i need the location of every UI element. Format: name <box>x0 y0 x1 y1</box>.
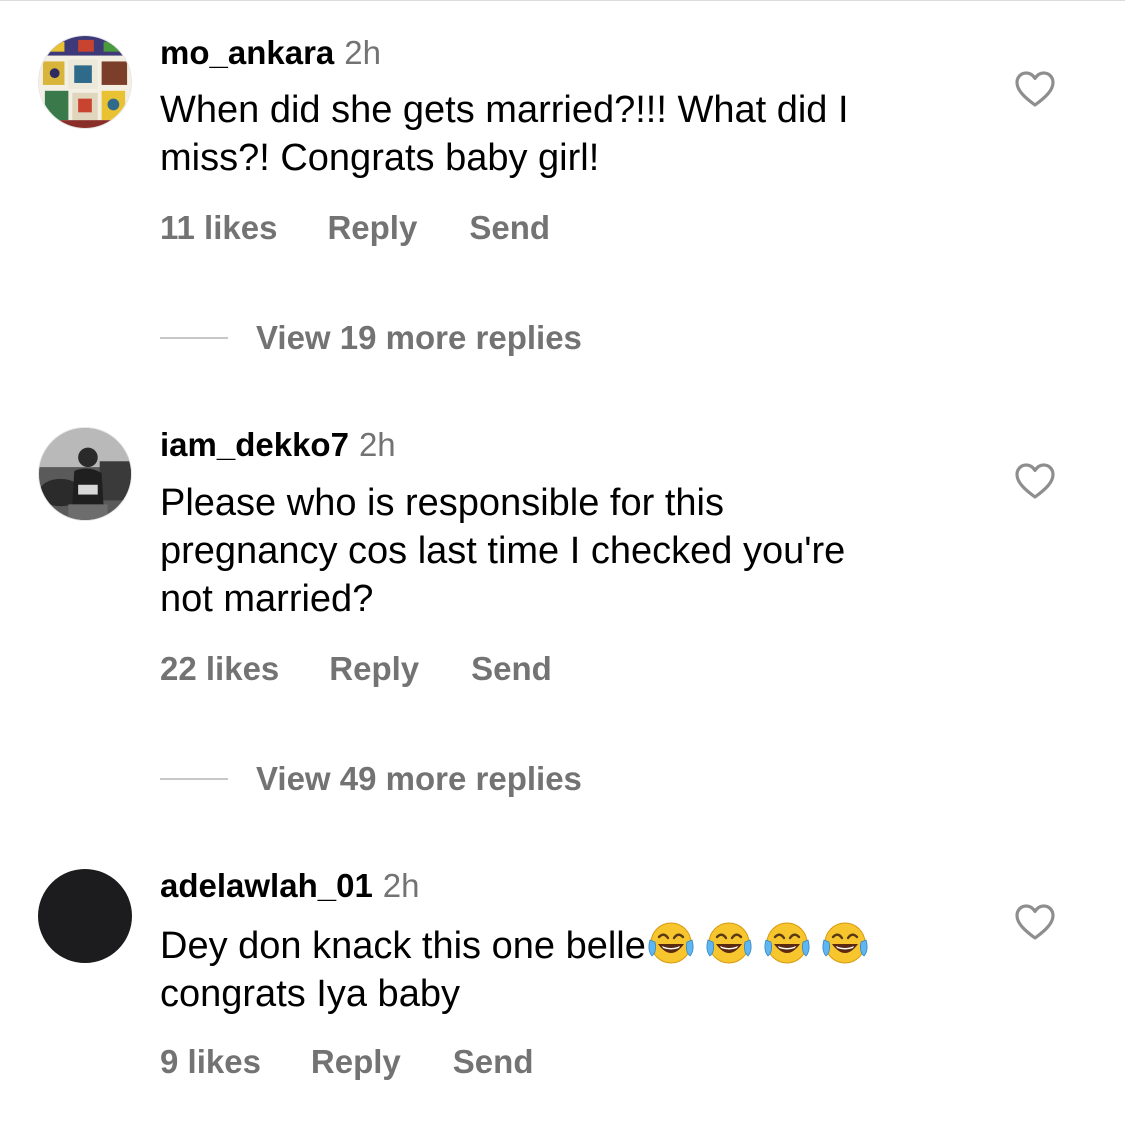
likes-count[interactable]: 9 likes <box>160 1042 261 1082</box>
dark-avatar-icon <box>39 870 131 962</box>
comment-header: mo_ankara 2h <box>160 33 381 73</box>
emoji-row <box>646 922 878 967</box>
comment-text-line: When did she gets married?!!! What did I <box>160 89 849 131</box>
send-button[interactable]: Send <box>453 1042 534 1082</box>
comment-text: Dey don knack this one belle congrats Iy… <box>160 920 980 1018</box>
comment-text: When did she gets married?!!! What did I… <box>160 86 980 182</box>
timestamp: 2h <box>382 867 420 904</box>
likes-count[interactable]: 11 likes <box>160 208 277 248</box>
timestamp: 2h <box>344 34 381 71</box>
likes-count[interactable]: 22 likes <box>160 649 279 689</box>
view-more-replies-label: View 19 more replies <box>256 319 582 356</box>
comment-actions: 11 likes Reply Send <box>160 208 550 248</box>
reply-button[interactable]: Reply <box>329 649 419 689</box>
heart-outline-icon[interactable] <box>1014 462 1056 500</box>
comment-text-line: congrats Iya baby <box>160 973 460 1015</box>
comment-header: adelawlah_01 2h <box>160 866 420 906</box>
face-with-tears-of-joy-icon <box>764 922 810 964</box>
comment-text-line: miss?! Congrats baby girl! <box>160 137 600 179</box>
heart-outline-icon[interactable] <box>1014 70 1056 108</box>
username[interactable]: adelawlah_01 <box>160 867 373 904</box>
comment-text: Please who is responsible for this pregn… <box>160 479 980 623</box>
view-more-replies-label: View 49 more replies <box>256 760 582 797</box>
avatar[interactable] <box>38 427 132 521</box>
ankara-fabric-avatar-icon <box>39 36 131 128</box>
send-button[interactable]: Send <box>469 208 550 248</box>
face-with-tears-of-joy-icon <box>822 922 868 964</box>
avatar[interactable] <box>38 35 132 129</box>
avatar[interactable] <box>38 869 132 963</box>
face-with-tears-of-joy-icon <box>648 922 694 964</box>
view-more-replies-button[interactable]: View 49 more replies <box>160 759 582 799</box>
comment-text-segment: Dey don knack this one belle <box>160 925 646 967</box>
username[interactable]: iam_dekko7 <box>160 426 349 463</box>
send-button[interactable]: Send <box>471 649 552 689</box>
replies-divider <box>160 778 228 780</box>
reply-button[interactable]: Reply <box>327 208 417 248</box>
username[interactable]: mo_ankara <box>160 34 334 71</box>
comment-header: iam_dekko7 2h <box>160 425 396 465</box>
replies-divider <box>160 337 228 339</box>
comment-text-line: Dey don knack this one belle <box>160 920 980 970</box>
comment-text-line: not married? <box>160 578 374 620</box>
face-with-tears-of-joy-icon <box>706 922 752 964</box>
timestamp: 2h <box>358 426 396 463</box>
reply-button[interactable]: Reply <box>311 1042 401 1082</box>
comment-text-line: pregnancy cos last time I checked you're <box>160 530 846 572</box>
comment-actions: 22 likes Reply Send <box>160 649 552 689</box>
comment-text-line: Please who is responsible for this <box>160 482 724 524</box>
top-divider <box>0 0 1125 1</box>
comment-actions: 9 likes Reply Send <box>160 1042 533 1082</box>
view-more-replies-button[interactable]: View 19 more replies <box>160 318 582 358</box>
photo-avatar-icon <box>39 428 131 520</box>
heart-outline-icon[interactable] <box>1014 903 1056 941</box>
